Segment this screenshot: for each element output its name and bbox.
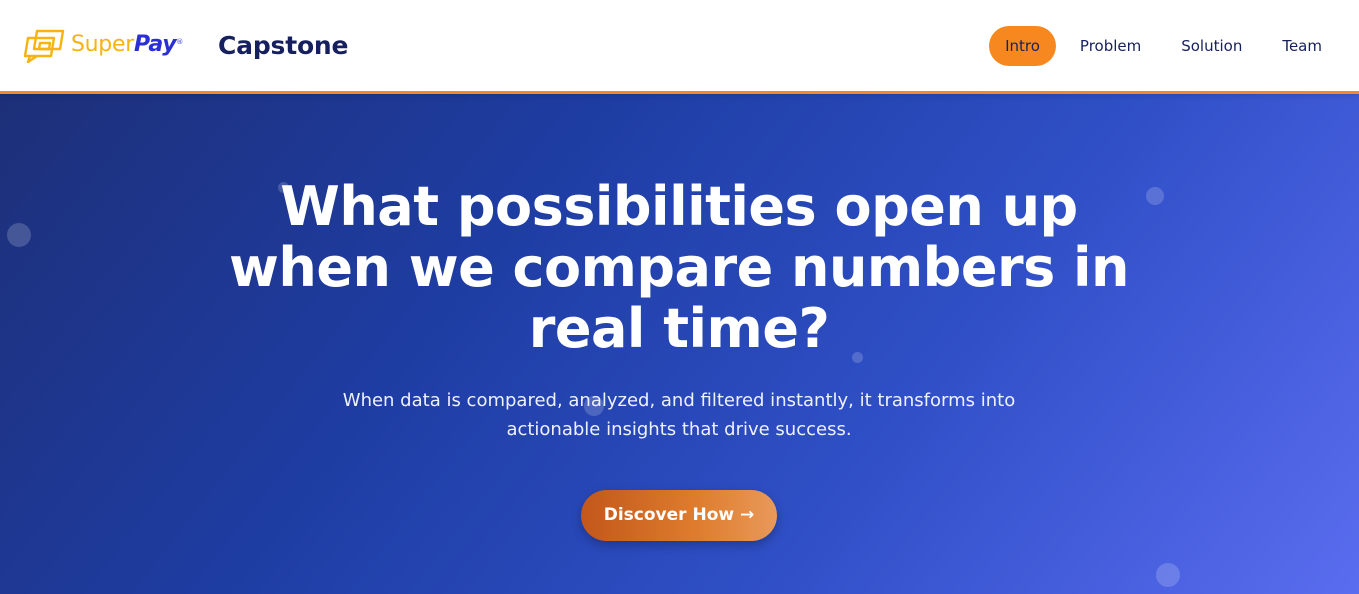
registered-mark: ® (176, 38, 183, 46)
nav-item-solution[interactable]: Solution (1165, 26, 1258, 66)
nav-item-team[interactable]: Team (1266, 26, 1338, 66)
hero-title: What possibilities open up when we compa… (229, 175, 1130, 360)
decorative-bubble (7, 223, 31, 247)
brand-name-pay: Pay (133, 32, 177, 57)
hero-subtitle: When data is compared, analyzed, and fil… (342, 390, 1016, 440)
decorative-bubble (1146, 187, 1164, 205)
superpay-logo-icon[interactable] (23, 27, 67, 63)
decorative-bubble (1156, 563, 1180, 587)
app-title: Capstone (218, 31, 349, 60)
brand-name-super: Super (71, 32, 134, 57)
nav-item-intro[interactable]: Intro (989, 26, 1056, 66)
nav-item-problem[interactable]: Problem (1064, 26, 1157, 66)
discover-how-button[interactable]: Discover How → (581, 490, 777, 541)
top-header: SuperPay® Capstone Intro Problem Solutio… (0, 0, 1359, 94)
brand-name[interactable]: SuperPay® (71, 30, 183, 60)
main-nav: Intro Problem Solution Team (981, 26, 1338, 66)
hero-section: What possibilities open up when we compa… (0, 94, 1359, 594)
